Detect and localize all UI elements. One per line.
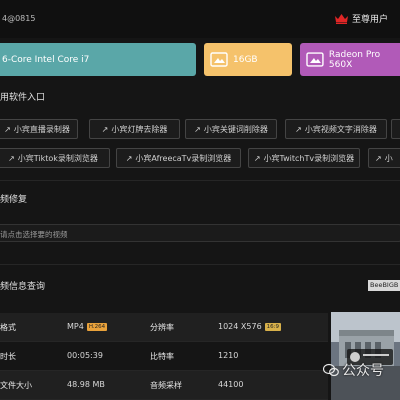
tool-button-label: 小宾视频文字消除器 — [304, 124, 377, 134]
arrow-up-right-icon: ↗ — [295, 124, 302, 134]
file-size-key: 文件大小 — [0, 381, 32, 390]
format-value: MP4 H.264 — [67, 322, 108, 331]
divider — [0, 264, 400, 265]
tool-button-label: 小宾灯牌去除器 — [111, 124, 168, 134]
resolution-value: 1024 X576 16:9 — [218, 322, 282, 331]
arrow-up-right-icon: ↗ — [194, 124, 201, 134]
duration-value: 00:05:39 — [67, 351, 103, 360]
resolution-key: 分辨率 — [150, 323, 174, 332]
resolution-text: 1024 X576 — [218, 322, 262, 331]
arrow-up-right-icon: ↗ — [253, 153, 261, 163]
watermark-text: 公众号 — [342, 363, 384, 379]
video-thumbnail[interactable] — [331, 312, 400, 400]
arrow-up-right-icon: ↗ — [375, 153, 382, 163]
tools-section-title: 用软件入口 — [0, 93, 46, 103]
top-bar: 4@0815 至尊用户 — [0, 0, 400, 38]
tool-button-label: 小宾关键词削除器 — [203, 124, 268, 134]
tool-button-light-remover[interactable]: ↗ 小宾灯牌去除器 — [89, 119, 180, 139]
tool-button-twitchtv-recorder[interactable]: ↗ 小宾TwitchTv录制浏览器 — [248, 148, 360, 168]
memory-icon — [210, 52, 228, 67]
cpu-label: 6-Core Intel Core i7 — [2, 54, 90, 65]
tool-button-afreecatv-recorder[interactable]: ↗ 小宾AfreecaTv录制浏览器 — [116, 148, 241, 168]
tool-button-live-recorder[interactable]: ↗ 小宾直播录制器 — [0, 119, 78, 139]
tool-button-label: 小宾TwitchTv录制浏览器 — [263, 153, 355, 163]
aspect-ratio-tag: 16:9 — [264, 322, 282, 331]
file-size-value: 48.98 MB — [67, 380, 105, 389]
wechat-icon — [323, 363, 339, 377]
format-key: 格式 — [0, 323, 16, 332]
duration-key: 时长 — [0, 352, 16, 361]
info-badge: BeeBIGB — [368, 280, 400, 291]
tool-button-tiktok-recorder[interactable]: ↗ 小宾Tiktok录制浏览器 — [0, 148, 110, 168]
bitrate-key: 比特率 — [150, 352, 174, 361]
video-file-input[interactable]: 请点击选择要的视频 — [0, 224, 400, 242]
watermark: 公众号 — [323, 360, 384, 380]
app-id: 4@0815 — [2, 14, 36, 23]
bitrate-value: 1210 — [218, 351, 239, 360]
arrow-up-right-icon: ↗ — [4, 124, 11, 134]
ram-card: 16GB — [204, 43, 292, 76]
arrow-up-right-icon: ↗ — [8, 153, 15, 163]
tool-button-label: 小宾Tiktok录制浏览器 — [17, 153, 98, 163]
crown-icon — [334, 13, 348, 24]
repair-section-title: 频修复 — [0, 195, 28, 205]
tool-button-keyword-remover[interactable]: ↗ 小宾关键词削除器 — [185, 119, 277, 139]
gpu-card: Radeon Pro 560X — [300, 43, 400, 76]
table-row: 文件大小 48.98 MB 音频采样 44100 — [0, 371, 328, 400]
tool-button-next[interactable]: ↗ 小 — [368, 148, 400, 168]
arrow-up-right-icon: ↗ — [125, 153, 133, 163]
file-input-placeholder: 请点击选择要的视频 — [0, 230, 68, 239]
arrow-up-right-icon: ↗ — [101, 124, 109, 134]
tool-button-video-text-remover[interactable]: ↗ 小宾视频文字消除器 — [285, 119, 387, 139]
audio-sample-value: 44100 — [218, 380, 244, 389]
cpu-card: 6-Core Intel Core i7 — [0, 43, 196, 76]
gpu-label: Radeon Pro 560X — [328, 49, 381, 70]
vip-label: 至尊用户 — [351, 15, 388, 25]
tool-button-label: 小宾AfreecaTv录制浏览器 — [135, 153, 232, 163]
info-section-title: 频信息查询 — [0, 282, 46, 292]
divider — [0, 180, 400, 181]
graphics-card-icon — [306, 52, 324, 67]
tool-button-label: 小宾直播录制器 — [13, 124, 70, 134]
ram-label: 16GB — [233, 54, 258, 65]
table-row: 格式 MP4 H.264 分辨率 1024 X576 16:9 — [0, 313, 328, 342]
format-text: MP4 — [67, 322, 84, 331]
audio-sample-key: 音频采样 — [150, 381, 182, 390]
codec-tag: H.264 — [86, 322, 108, 331]
tool-button-more[interactable] — [391, 119, 400, 139]
table-row: 时长 00:05:39 比特率 1210 — [0, 342, 328, 371]
vip-badge[interactable]: 至尊用户 — [334, 12, 388, 25]
tool-button-label: 小 — [384, 153, 393, 163]
